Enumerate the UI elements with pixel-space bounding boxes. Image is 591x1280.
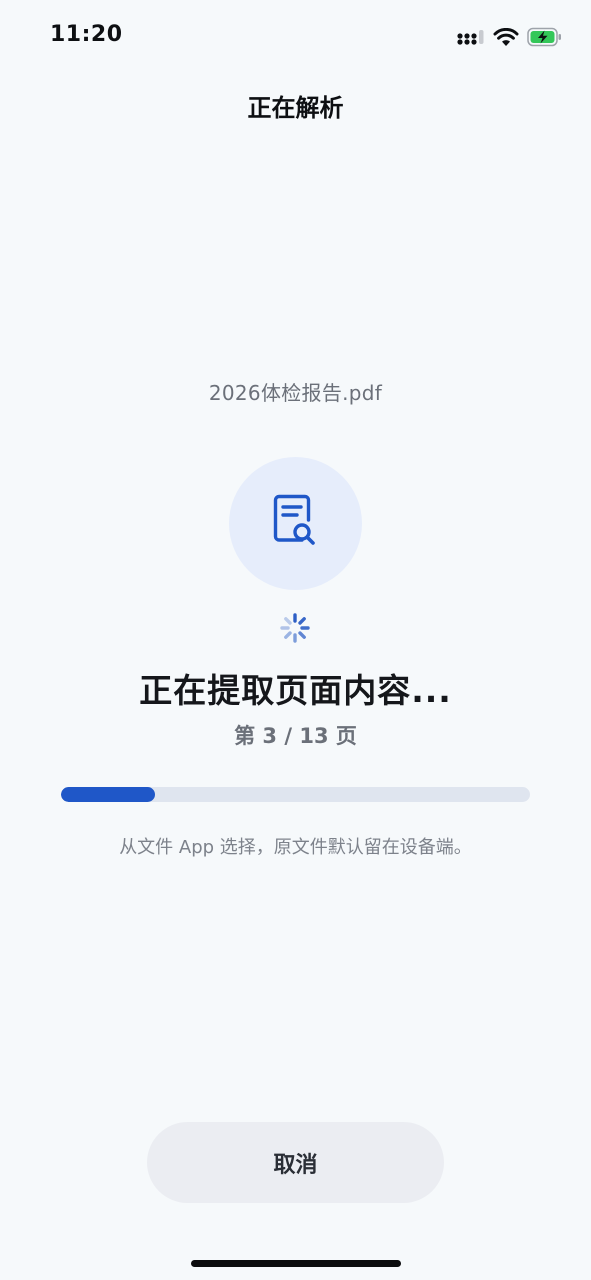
progress-bar (61, 787, 530, 802)
stage-title: 正在提取页面内容... (139, 671, 452, 710)
home-indicator (191, 1260, 401, 1267)
wifi-icon (493, 27, 519, 47)
privacy-hint: 从文件 App 选择，原文件默认留在设备端。 (119, 837, 472, 858)
document-search-icon (272, 494, 320, 554)
document-icon-badge (229, 457, 362, 590)
battery-charging-icon (527, 27, 563, 47)
cellular-signal-icon (457, 28, 485, 46)
status-icons (457, 27, 563, 47)
page-count: 第 3 / 13 页 (234, 724, 357, 748)
progress-fill (61, 787, 155, 802)
loading-spinner-icon (279, 612, 311, 644)
status-time: 11:20 (50, 22, 123, 47)
page-title: 正在解析 (247, 94, 344, 122)
file-name: 2026体检报告.pdf (208, 381, 383, 405)
cancel-button[interactable]: 取消 (147, 1122, 444, 1203)
